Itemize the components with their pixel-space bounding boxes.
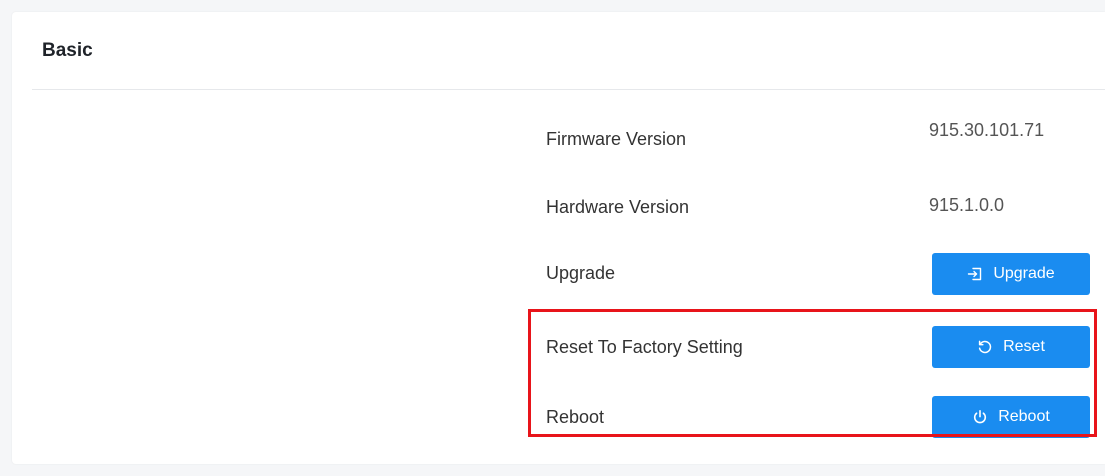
upgrade-label: Upgrade bbox=[546, 263, 616, 283]
power-icon bbox=[972, 409, 988, 425]
reset-button-label: Reset bbox=[1003, 338, 1045, 355]
hardware-version-value: 915.1.0.0 bbox=[929, 195, 1005, 215]
reset-icon bbox=[977, 339, 993, 355]
upgrade-button[interactable]: Upgrade bbox=[932, 253, 1090, 295]
reset-button[interactable]: Reset bbox=[932, 326, 1090, 368]
header-divider bbox=[32, 89, 1105, 90]
upgrade-button-label: Upgrade bbox=[993, 265, 1055, 282]
reboot-button[interactable]: Reboot bbox=[932, 396, 1090, 438]
reboot-button-label: Reboot bbox=[998, 408, 1050, 425]
reset-factory-label: Reset To Factory Setting bbox=[546, 337, 743, 357]
reboot-label: Reboot bbox=[546, 407, 605, 427]
section-title: Basic bbox=[42, 40, 93, 61]
basic-panel: Basic Firmware Version 915.30.101.71 Har… bbox=[12, 12, 1105, 464]
firmware-version-value: 915.30.101.71 bbox=[929, 120, 1045, 140]
import-icon bbox=[967, 266, 983, 282]
firmware-version-label: Firmware Version bbox=[546, 129, 687, 149]
hardware-version-label: Hardware Version bbox=[546, 197, 690, 217]
